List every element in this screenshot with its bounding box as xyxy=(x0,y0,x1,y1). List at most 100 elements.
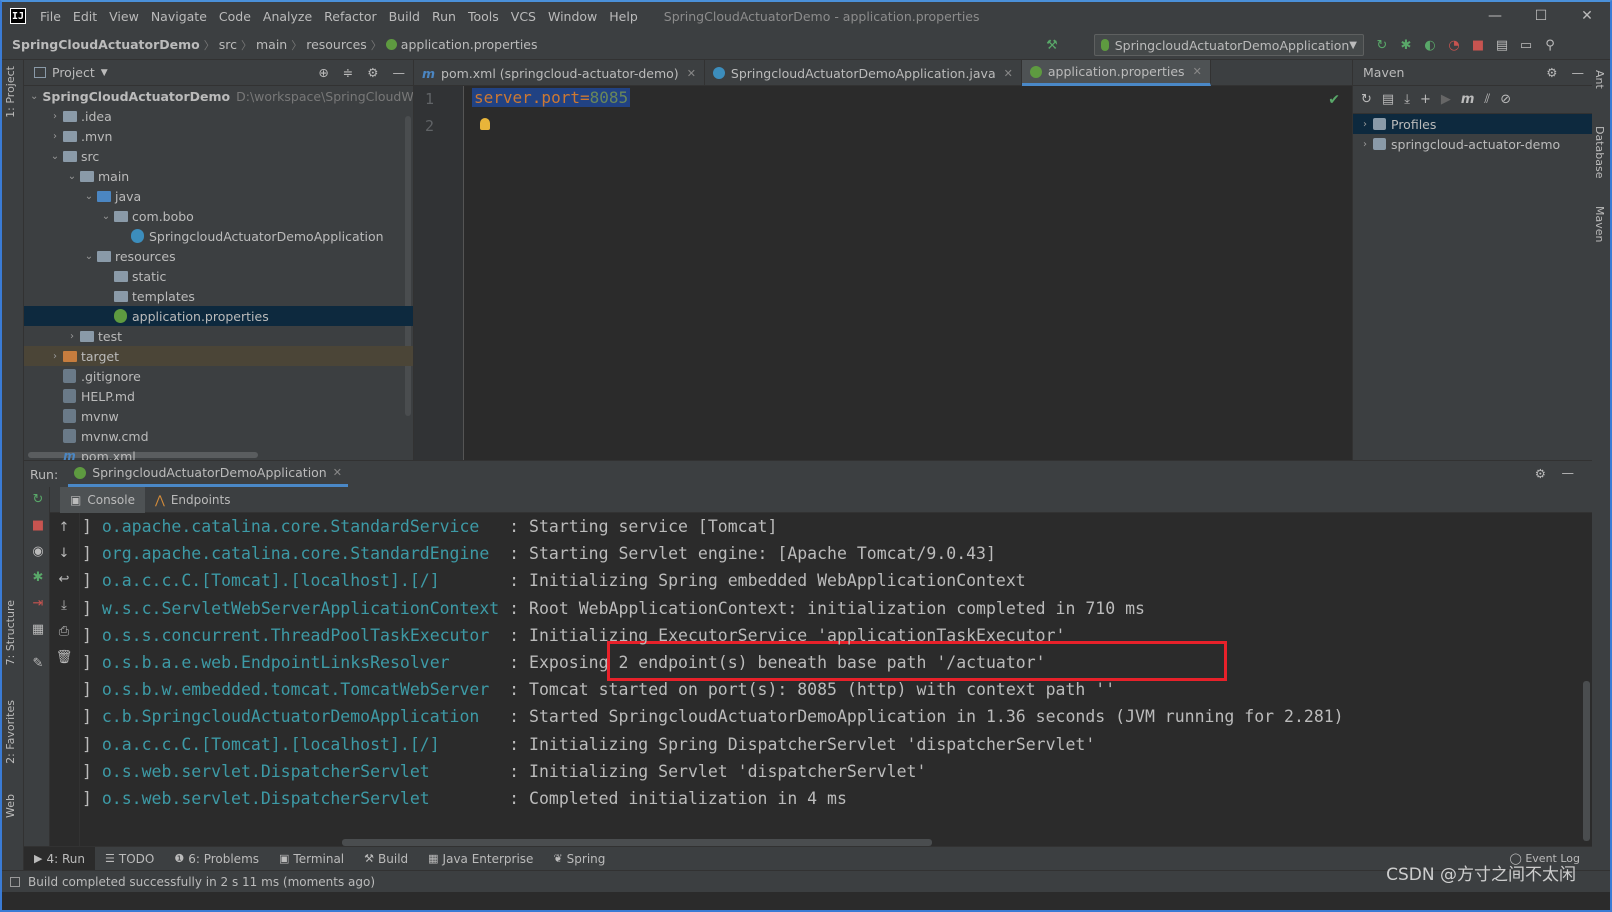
down-arrow-icon[interactable]: ↓ xyxy=(56,545,72,561)
tab-endpoints[interactable]: ⋀ Endpoints xyxy=(145,487,241,513)
log-logger[interactable]: o.s.web.servlet.DispatcherServlet xyxy=(102,762,509,781)
close-icon[interactable]: ✕ xyxy=(1193,65,1202,78)
tree-item[interactable]: › target xyxy=(24,346,413,366)
menu-build[interactable]: Build xyxy=(383,9,426,24)
chevron-right-icon[interactable]: › xyxy=(1357,139,1373,150)
chevron-down-icon[interactable]: ▼ xyxy=(101,68,108,78)
bottom-tab[interactable]: ☰ TODO xyxy=(95,847,164,871)
tree-item[interactable]: ⌄ java xyxy=(24,186,413,206)
tree-item[interactable]: › test xyxy=(24,326,413,346)
tab-project[interactable]: 1: Project xyxy=(4,66,17,118)
log-logger[interactable]: o.s.s.concurrent.ThreadPoolTaskExecutor xyxy=(102,626,509,645)
chevron-right-icon[interactable]: › xyxy=(47,131,63,142)
menu-window[interactable]: Window xyxy=(542,9,603,24)
maximize-button[interactable]: ☐ xyxy=(1518,2,1564,30)
gear-icon[interactable]: ⚙ xyxy=(1546,65,1557,80)
bottom-tab[interactable]: ❦ Spring xyxy=(543,847,615,871)
menu-analyze[interactable]: Analyze xyxy=(257,9,318,24)
hide-icon[interactable]: — xyxy=(1572,65,1585,80)
pin-icon[interactable]: ✎ xyxy=(30,655,46,671)
print-icon[interactable]: ⎙ xyxy=(56,623,72,639)
tree-item[interactable]: ⌄ src xyxy=(24,146,413,166)
generate-sources-icon[interactable]: ▤ xyxy=(1382,92,1394,107)
camera-icon[interactable]: ◉ xyxy=(30,543,46,559)
menu-view[interactable]: View xyxy=(103,9,145,24)
tree-item[interactable]: HELP.md xyxy=(24,386,413,406)
menu-file[interactable]: File xyxy=(34,9,67,24)
tree-item[interactable]: › .idea xyxy=(24,106,413,126)
log-logger[interactable]: o.s.web.servlet.DispatcherServlet xyxy=(102,789,509,808)
debug-icon[interactable]: ✱ xyxy=(1398,37,1414,53)
log-logger[interactable]: o.a.c.c.C.[Tomcat].[localhost].[/] xyxy=(102,735,509,754)
chevron-right-icon[interactable]: › xyxy=(64,331,80,342)
log-logger[interactable]: o.s.b.w.embedded.tomcat.TomcatWebServer xyxy=(102,680,509,699)
tab-database[interactable]: Database xyxy=(1593,126,1606,179)
log-logger[interactable]: o.apache.catalina.core.StandardService xyxy=(102,517,509,536)
chevron-down-icon[interactable]: ⌄ xyxy=(64,171,80,182)
bottom-tab[interactable]: ▦ Java Enterprise xyxy=(418,847,543,871)
layout-icon[interactable]: ▭ xyxy=(1518,37,1534,53)
maven-tree-item[interactable]: › springcloud-actuator-demo xyxy=(1353,134,1592,154)
editor-tab[interactable]: application.properties ✕ xyxy=(1021,60,1211,86)
tree-item[interactable]: ⌄ resources xyxy=(24,246,413,266)
tree-item[interactable]: SpringcloudActuatorDemoApplication xyxy=(24,226,413,246)
close-icon[interactable]: ✕ xyxy=(1004,67,1013,80)
hide-icon[interactable]: — xyxy=(393,65,406,80)
search-icon[interactable]: ⚲ xyxy=(1542,37,1558,53)
tree-item[interactable]: mvnw xyxy=(24,406,413,426)
tree-item[interactable]: ⌄ SpringCloudActuatorDemo D:\workspace\Spr… xyxy=(24,86,413,106)
tab-console[interactable]: ▣ Console xyxy=(60,486,145,513)
chevron-right-icon[interactable]: › xyxy=(47,351,63,362)
layout-icon[interactable]: ▦ xyxy=(30,621,46,637)
tab-structure[interactable]: 7: Structure xyxy=(4,600,17,665)
toggle-offline-icon[interactable]: ⫽ xyxy=(1484,92,1490,107)
menu-help[interactable]: Help xyxy=(603,9,644,24)
tab-ant[interactable]: Ant xyxy=(1593,70,1606,89)
bottom-tab[interactable]: ▣ Terminal xyxy=(269,847,354,871)
console-horizontal-scrollbar[interactable] xyxy=(342,839,932,846)
breadcrumb-item[interactable]: main xyxy=(252,37,291,52)
breadcrumb-item[interactable]: resources xyxy=(302,37,371,52)
stop-icon[interactable]: ■ xyxy=(1470,37,1486,53)
run-icon[interactable]: ▶ xyxy=(1441,92,1451,107)
coverage-icon[interactable]: ◐ xyxy=(1422,37,1438,53)
gear-icon[interactable]: ⚙ xyxy=(1535,466,1546,481)
project-panel-title[interactable]: Project xyxy=(52,65,95,80)
bottom-tab[interactable]: ❶ 6: Problems xyxy=(164,847,269,871)
menu-run[interactable]: Run xyxy=(426,9,462,24)
tree-item[interactable]: ⌄ main xyxy=(24,166,413,186)
log-logger[interactable]: w.s.c.ServletWebServerApplicationContext xyxy=(102,599,509,618)
editor-tab[interactable]: m pom.xml (springcloud-actuator-demo) ✕ xyxy=(414,60,705,86)
run-tab[interactable]: SpringcloudActuatorDemoApplication ✕ xyxy=(68,461,348,487)
menu-edit[interactable]: Edit xyxy=(67,9,103,24)
status-square-icon[interactable] xyxy=(10,876,20,887)
close-button[interactable]: ✕ xyxy=(1564,2,1610,30)
tree-item[interactable]: templates xyxy=(24,286,413,306)
run-configuration-select[interactable]: SpringcloudActuatorDemoApplication ▼ xyxy=(1094,34,1364,56)
breadcrumb-item[interactable]: src xyxy=(215,37,241,52)
tree-item[interactable]: static xyxy=(24,266,413,286)
console-output[interactable]: ] o.apache.catalina.core.StandardService… xyxy=(82,513,1562,847)
trash-icon[interactable]: 🗑 xyxy=(56,649,73,665)
gear-icon[interactable]: ⚙ xyxy=(367,65,378,80)
tab-web[interactable]: Web xyxy=(4,794,17,818)
tree-item[interactable]: mvnw.cmd xyxy=(24,426,413,446)
exit-icon[interactable]: ⇥ xyxy=(30,595,46,611)
close-icon[interactable]: ✕ xyxy=(687,67,696,80)
tree-item[interactable]: .gitignore xyxy=(24,366,413,386)
editor-tab[interactable]: SpringcloudActuatorDemoApplication.java ✕ xyxy=(705,60,1022,86)
minimize-button[interactable]: — xyxy=(1472,2,1518,30)
tree-item[interactable]: m pom.xml xyxy=(24,446,413,461)
log-logger[interactable]: o.a.c.c.C.[Tomcat].[localhost].[/] xyxy=(102,571,509,590)
tree-item[interactable]: application.properties xyxy=(24,306,413,326)
maven-tree-item[interactable]: › Profiles xyxy=(1353,114,1592,134)
menu-navigate[interactable]: Navigate xyxy=(145,9,213,24)
locate-icon[interactable]: ⊕ xyxy=(318,65,328,80)
log-logger[interactable]: o.s.b.a.e.web.EndpointLinksResolver xyxy=(102,653,509,672)
tab-maven[interactable]: Maven xyxy=(1593,206,1606,242)
breadcrumb-item[interactable]: application.properties xyxy=(397,37,542,52)
stop-icon[interactable]: ■ xyxy=(30,517,46,533)
tree-item[interactable]: › .mvn xyxy=(24,126,413,146)
reload-icon[interactable]: ↻ xyxy=(1361,92,1372,107)
up-arrow-icon[interactable]: ↑ xyxy=(56,519,72,535)
